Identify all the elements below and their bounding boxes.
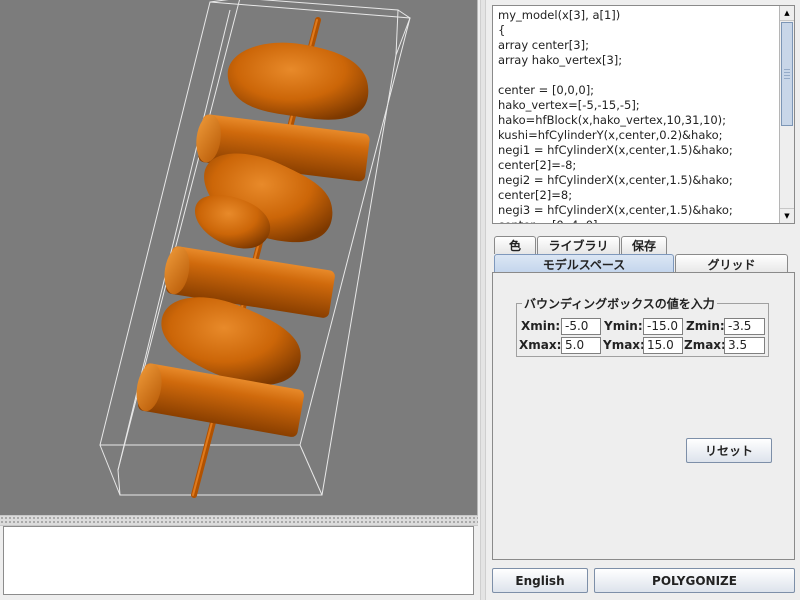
zmax-label: Zmax: [684, 338, 726, 352]
english-language-button[interactable]: English [492, 568, 588, 593]
ymax-label: Ymax: [603, 338, 645, 352]
vertical-split-divider[interactable] [480, 0, 486, 600]
ymin-label: Ymin: [604, 319, 643, 333]
zmin-label: Zmin: [686, 319, 725, 333]
scroll-down-arrow-icon[interactable]: ▼ [780, 208, 794, 223]
xmax-input[interactable]: 5.0 [561, 337, 601, 354]
tab-library[interactable]: ライブラリ [537, 236, 620, 254]
scroll-thumb[interactable] [781, 22, 793, 126]
bounding-box-title: バウンディングボックスの値を入力 [522, 295, 717, 312]
ymax-input[interactable]: 15.0 [643, 337, 683, 354]
message-console[interactable] [3, 526, 474, 595]
xmax-label: Xmax: [519, 338, 562, 352]
scroll-up-arrow-icon[interactable]: ▲ [780, 6, 794, 21]
model-blob-top [227, 42, 369, 120]
xmin-input[interactable]: -5.0 [561, 318, 601, 335]
tab-color[interactable]: 色 [494, 236, 536, 254]
polygonize-button[interactable]: POLYGONIZE [594, 568, 795, 593]
code-scrollbar[interactable]: ▲ ▼ [779, 6, 794, 223]
split-pane-divider[interactable] [0, 515, 478, 526]
zmin-input[interactable]: -3.5 [724, 318, 765, 335]
tab-model-space[interactable]: モデルスペース [494, 254, 674, 273]
model-render [99, 0, 411, 498]
tab-grid[interactable]: グリッド [675, 254, 788, 273]
xmin-label: Xmin: [521, 319, 561, 333]
reset-button[interactable]: リセット [686, 438, 772, 463]
code-editor[interactable]: my_model(x[3], a[1]) { array center[3]; … [492, 5, 795, 224]
ymin-input[interactable]: -15.0 [643, 318, 683, 335]
3d-viewport[interactable] [0, 0, 478, 515]
code-text[interactable]: my_model(x[3], a[1]) { array center[3]; … [498, 8, 776, 223]
tab-save[interactable]: 保存 [621, 236, 667, 254]
zmax-input[interactable]: 3.5 [724, 337, 765, 354]
